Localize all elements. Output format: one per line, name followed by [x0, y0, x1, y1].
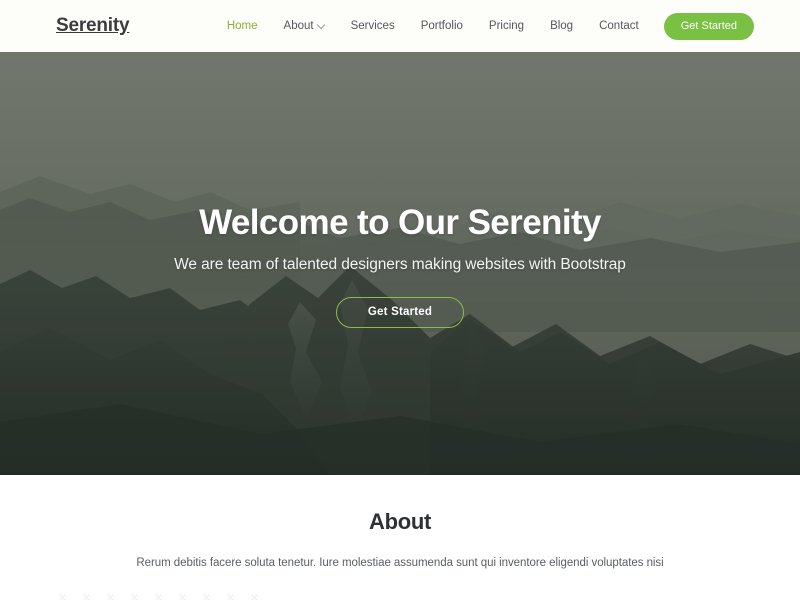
- about-title: About: [368, 509, 432, 534]
- nav-label-contact: Contact: [599, 20, 639, 32]
- client-logos-row: [0, 593, 800, 600]
- get-started-button-nav[interactable]: Get Started: [663, 12, 754, 40]
- nav-item-about[interactable]: About: [271, 14, 338, 38]
- broken-image-icon: [58, 593, 67, 600]
- site-header: Serenity Home About Services Portfolio P…: [0, 0, 800, 52]
- nav-label-portfolio: Portfolio: [420, 20, 463, 32]
- broken-image-icon: [106, 593, 115, 600]
- broken-image-icon: [82, 593, 91, 600]
- broken-image-icon: [130, 593, 139, 600]
- broken-image-icon: [250, 593, 259, 600]
- broken-image-icon: [178, 593, 187, 600]
- nav-item-services[interactable]: Services: [338, 14, 408, 38]
- nav-label-pricing: Pricing: [488, 20, 525, 32]
- chevron-down-icon: [318, 22, 325, 29]
- nav-item-blog[interactable]: Blog: [537, 14, 586, 38]
- hero-subtitle: We are team of talented designers making…: [174, 255, 626, 273]
- nav-item-contact[interactable]: Contact: [586, 14, 652, 38]
- nav-label-services: Services: [350, 20, 395, 32]
- brand-logo[interactable]: Serenity: [56, 15, 130, 37]
- broken-image-icon: [154, 593, 163, 600]
- hero-content: Welcome to Our Serenity We are team of t…: [0, 52, 800, 475]
- about-description: Rerum debitis facere soluta tenetur. Iur…: [136, 557, 664, 569]
- nav-label-blog: Blog: [550, 20, 574, 32]
- broken-image-icon: [226, 593, 235, 600]
- broken-image-icon: [202, 593, 211, 600]
- nav-label-about: About: [283, 20, 314, 32]
- nav-label-home: Home: [226, 20, 258, 32]
- nav-item-portfolio[interactable]: Portfolio: [408, 14, 476, 38]
- hero-title: Welcome to Our Serenity: [199, 203, 601, 242]
- get-started-button-hero[interactable]: Get Started: [335, 296, 465, 328]
- hero-section: Welcome to Our Serenity We are team of t…: [0, 52, 800, 475]
- nav-item-pricing[interactable]: Pricing: [476, 14, 537, 38]
- nav-item-home[interactable]: Home: [214, 14, 271, 38]
- about-section: About Rerum debitis facere soluta tenetu…: [0, 475, 800, 600]
- main-navigation: Home About Services Portfolio Pricing Bl…: [214, 12, 754, 40]
